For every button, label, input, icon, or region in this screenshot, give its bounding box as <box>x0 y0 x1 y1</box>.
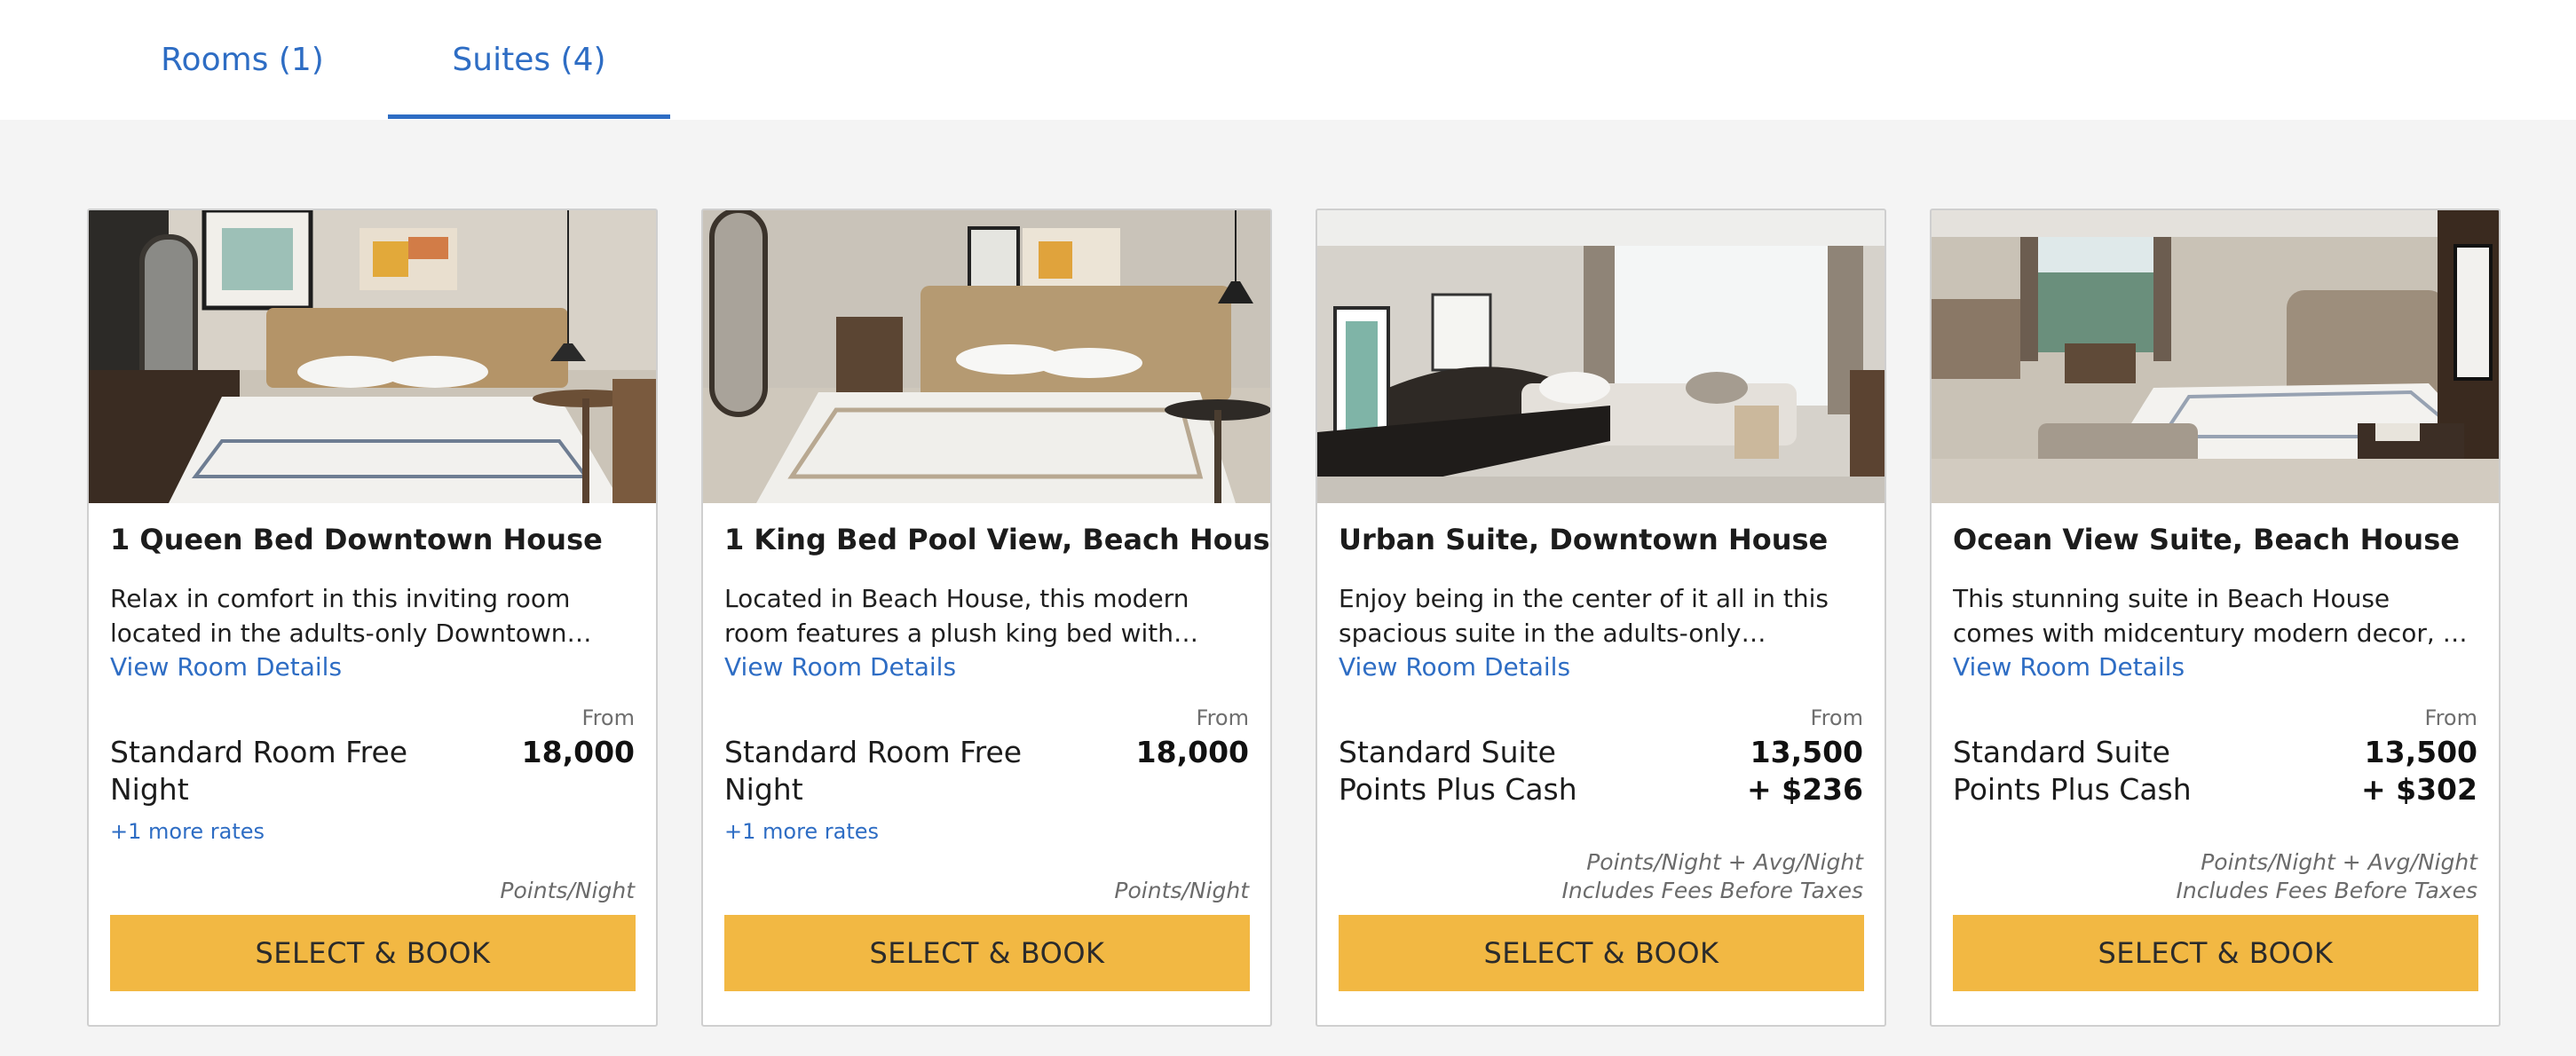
select-and-book-button[interactable]: SELECT & BOOK <box>724 915 1250 991</box>
room-card: 1 King Bed Pool View, Beach House Locate… <box>701 209 1272 1027</box>
room-photo[interactable] <box>1932 210 2499 503</box>
fees-note: Includes Fees Before Taxes <box>1561 878 1864 903</box>
view-room-details-link[interactable]: View Room Details <box>724 652 956 682</box>
view-room-details-link[interactable]: View Room Details <box>110 652 342 682</box>
select-and-book-button[interactable]: SELECT & BOOK <box>1339 915 1864 991</box>
room-description: Enjoy being in the center of it all in t… <box>1339 584 1829 648</box>
room-photo[interactable] <box>1317 210 1885 503</box>
rate-unit-note: Points/Night <box>500 878 635 903</box>
view-room-details-link[interactable]: View Room Details <box>1953 652 2185 682</box>
rate-points: 13,500 <box>2364 735 2477 769</box>
view-room-details-link[interactable]: View Room Details <box>1339 652 1570 682</box>
rate-unit-note: Points/Night + Avg/Night <box>1586 849 1863 875</box>
room-card: 1 Queen Bed Downtown House Relax in comf… <box>87 209 658 1027</box>
suite-photo-image <box>1317 210 1885 503</box>
rate-name: Standard Suite Points Plus Cash <box>1339 735 1577 807</box>
select-and-book-button[interactable]: SELECT & BOOK <box>110 915 636 991</box>
bedroom-photo-image <box>703 210 1270 503</box>
from-label: From <box>581 705 635 730</box>
bedroom-photo-image <box>89 210 656 503</box>
rate-name: Standard Room Free Night <box>110 735 408 807</box>
more-rates-link[interactable]: +1 more rates <box>110 819 265 844</box>
active-tab-indicator <box>388 114 670 119</box>
room-type-tabbar: Rooms (1) Suites (4) <box>0 0 2576 120</box>
tab-suites[interactable]: Suites (4) <box>388 0 670 120</box>
rate-points: 18,000 <box>521 735 635 769</box>
tab-rooms[interactable]: Rooms (1) <box>133 0 352 120</box>
room-photo[interactable] <box>89 210 656 503</box>
room-card-list: 1 Queen Bed Downtown House Relax in comf… <box>87 209 2501 1027</box>
room-photo[interactable] <box>703 210 1270 503</box>
rate-name: Standard Room Free Night <box>724 735 1023 807</box>
rate-unit-note: Points/Night <box>1114 878 1249 903</box>
rate-name: Standard Suite Points Plus Cash <box>1953 735 2192 807</box>
rate-points: 13,500 <box>1750 735 1863 769</box>
room-description: This stunning suite in Beach House comes… <box>1953 584 2458 648</box>
room-title: Urban Suite, Downtown House <box>1339 523 1829 556</box>
room-description: Relax in comfort in this inviting room l… <box>110 584 571 648</box>
room-title: Ocean View Suite, Beach House <box>1953 523 2460 556</box>
rate-points: 18,000 <box>1135 735 1249 769</box>
from-label: From <box>1196 705 1249 730</box>
room-card: Urban Suite, Downtown House Enjoy being … <box>1316 209 1886 1027</box>
from-label: From <box>2424 705 2477 730</box>
rate-cash: + $236 <box>1747 772 1863 807</box>
from-label: From <box>1810 705 1863 730</box>
room-card: Ocean View Suite, Beach House This stunn… <box>1930 209 2501 1027</box>
more-rates-link[interactable]: +1 more rates <box>724 819 879 844</box>
rate-cash: + $302 <box>2361 772 2477 807</box>
fees-note: Includes Fees Before Taxes <box>2176 878 2478 903</box>
room-description: Located in Beach House, this modern room… <box>724 584 1189 648</box>
room-title: 1 King Bed Pool View, Beach House <box>724 523 1272 556</box>
room-title: 1 Queen Bed Downtown House <box>110 523 603 556</box>
suite-photo-image <box>1932 210 2499 503</box>
rate-unit-note: Points/Night + Avg/Night <box>2201 849 2477 875</box>
select-and-book-button[interactable]: SELECT & BOOK <box>1953 915 2478 991</box>
